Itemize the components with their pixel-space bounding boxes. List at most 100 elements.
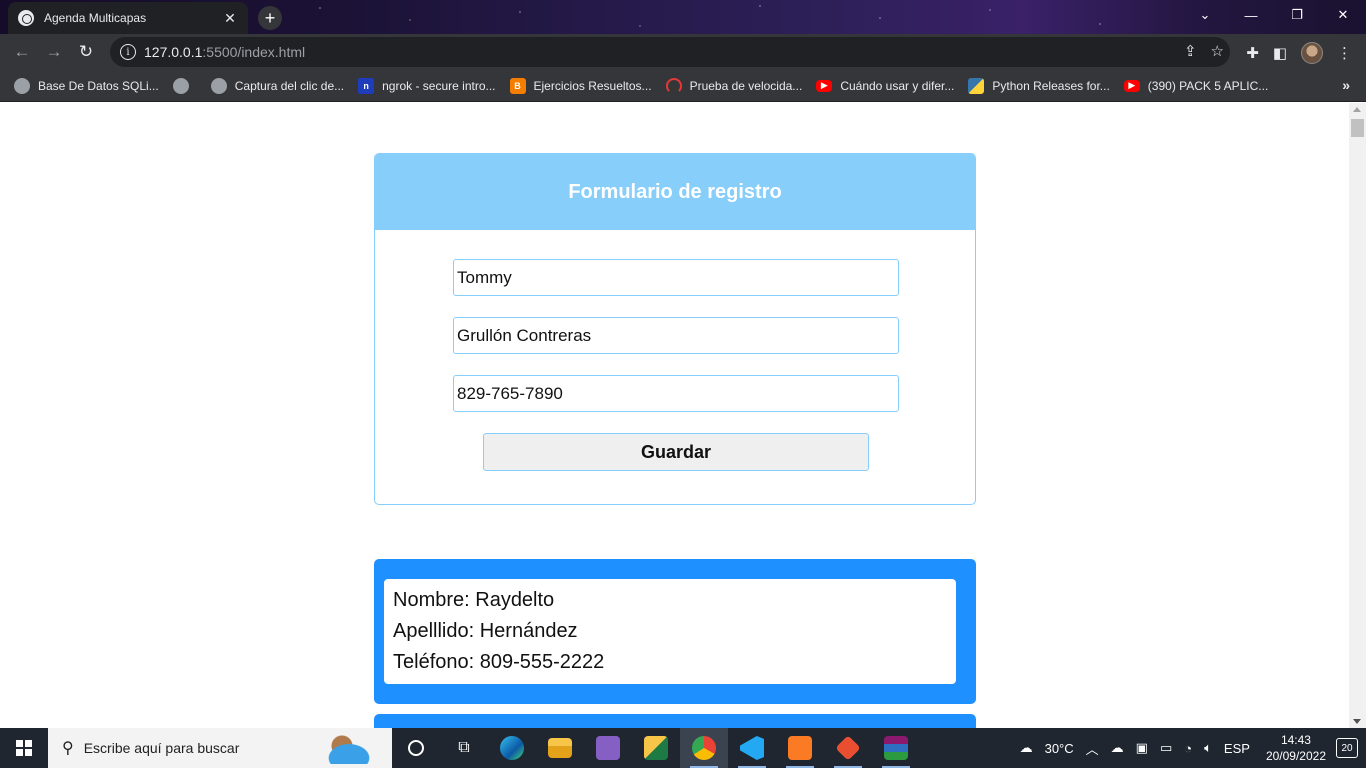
git-icon[interactable] xyxy=(824,728,872,768)
search-placeholder: Escribe aquí para buscar xyxy=(83,740,240,756)
restore-button[interactable]: ❐ xyxy=(1274,0,1320,30)
back-button[interactable]: ← xyxy=(6,36,38,68)
bookmark-item[interactable]: ▶ (390) PACK 5 APLIC... xyxy=(1123,78,1269,93)
bookmark-item[interactable]: ▶ Cuándo usar y difer... xyxy=(816,79,954,93)
address-bar[interactable]: i 127.0.0.1:5500/index.html ⇪ ☆ xyxy=(110,37,1230,67)
contact-nombre: Nombre: Raydelto xyxy=(393,589,555,611)
site-info-icon[interactable]: i xyxy=(120,44,136,60)
bookmark-label: Captura del clic de... xyxy=(234,78,345,93)
browser-tab[interactable]: Agenda Multicapas ✕ xyxy=(8,2,248,34)
security-icon[interactable]: ▣ xyxy=(1136,740,1148,756)
tab-search-icon[interactable]: ⌄ xyxy=(1182,0,1228,30)
excel-mix-icon[interactable] xyxy=(632,728,680,768)
browser-toolbar: ← → ↻ i 127.0.0.1:5500/index.html ⇪ ☆ xyxy=(0,34,1366,70)
search-highlight-image xyxy=(314,734,384,764)
windows-logo-icon xyxy=(16,740,32,756)
speedtest-icon xyxy=(665,77,682,94)
more-bookmarks-icon[interactable]: » xyxy=(1342,77,1350,93)
close-window-button[interactable]: ✕ xyxy=(1320,0,1366,30)
globe-icon xyxy=(18,10,34,26)
clock-date: 20/09/2022 xyxy=(1265,749,1326,763)
form-title: Formulario de registro xyxy=(375,154,975,230)
bookmark-star-icon[interactable]: ☆ xyxy=(1211,42,1224,60)
weather-temp[interactable]: 30°C xyxy=(1045,741,1074,756)
share-icon[interactable]: ⇪ xyxy=(1184,42,1197,60)
page-viewport: Formulario de registro Guardar Nombre: R… xyxy=(0,103,1349,728)
bookmark-item[interactable]: Prueba de velocida... xyxy=(665,77,803,94)
onedrive-icon[interactable]: ☁ xyxy=(1111,740,1124,756)
contact-telefono: Teléfono: 809-555-2222 xyxy=(393,651,605,673)
globe-icon xyxy=(14,77,30,94)
bookmark-label: ngrok - secure intro... xyxy=(382,78,496,93)
url-host: 127.0.0.1 xyxy=(144,44,203,60)
scroll-down-arrow-icon[interactable] xyxy=(1353,719,1361,724)
telefono-input[interactable] xyxy=(453,375,899,412)
bookmark-item[interactable]: Python Releases for... xyxy=(968,77,1110,94)
bookmark-label: (390) PACK 5 APLIC... xyxy=(1147,78,1269,93)
url-path: :5500/index.html xyxy=(202,44,306,60)
globe-icon xyxy=(172,77,189,94)
bookmark-item[interactable]: B Ejercicios Resueltos... xyxy=(509,77,652,94)
profile-avatar[interactable] xyxy=(1301,42,1323,64)
taskbar-search[interactable]: ⚲ Escribe aquí para buscar xyxy=(48,728,392,768)
bookmark-item[interactable] xyxy=(172,77,197,94)
bookmark-label: Base De Datos SQLi... xyxy=(38,78,159,93)
scroll-thumb[interactable] xyxy=(1351,119,1364,137)
bookmark-item[interactable]: n ngrok - secure intro... xyxy=(358,77,496,94)
page-scrollbar[interactable] xyxy=(1349,103,1366,728)
vscode-icon[interactable] xyxy=(728,728,776,768)
tab-title: Agenda Multicapas xyxy=(44,11,147,25)
browser-titlebar: Agenda Multicapas ✕ + ⌄ — ❐ ✕ xyxy=(0,0,1366,34)
volume-icon[interactable]: 🔈︎ xyxy=(1204,740,1212,756)
contact-card: Nombre: Raydelto Apelllido: Hernández Te… xyxy=(374,559,976,704)
ngrok-icon: n xyxy=(358,77,375,94)
chevron-up-icon[interactable]: ︿ xyxy=(1086,739,1099,758)
bookmark-label: Ejercicios Resueltos... xyxy=(533,78,652,93)
youtube-icon: ▶ xyxy=(816,79,833,92)
nombre-input[interactable] xyxy=(453,259,899,296)
bookmark-item[interactable]: Captura del clic de... xyxy=(210,77,345,94)
contact-apellido: Apelllido: Hernández xyxy=(393,620,578,642)
bookmark-label: Prueba de velocida... xyxy=(689,78,803,93)
windows-taskbar: ⚲ Escribe aquí para buscar ⧉ ☁ 30°C ︿ ☁ … xyxy=(0,728,1366,768)
wifi-icon[interactable]: ◔ xyxy=(1184,741,1192,756)
new-tab-button[interactable]: + xyxy=(258,6,282,30)
system-tray: ☁ 30°C ︿ ☁ ▣ ▭ ◔ 🔈︎ ESP 14:43 20/09/2022… xyxy=(1014,728,1366,768)
scroll-up-arrow-icon[interactable] xyxy=(1353,107,1361,112)
menu-icon[interactable]: ⋮ xyxy=(1337,44,1352,62)
bookmark-label: Cuándo usar y difer... xyxy=(840,78,955,93)
battery-icon[interactable]: ▭ xyxy=(1160,740,1172,756)
save-button[interactable]: Guardar xyxy=(483,433,869,471)
bookmark-item[interactable]: Base De Datos SQLi... xyxy=(14,77,159,94)
side-panel-icon[interactable]: ◧ xyxy=(1273,44,1287,62)
cortana-icon[interactable] xyxy=(392,728,440,768)
file-explorer-icon[interactable] xyxy=(536,728,584,768)
extensions-icon[interactable]: ✚ xyxy=(1246,44,1259,62)
minimize-button[interactable]: — xyxy=(1228,0,1274,30)
contact-details: Nombre: Raydelto Apelllido: Hernández Te… xyxy=(384,579,956,684)
bookmarks-bar: Base De Datos SQLi... Captura del clic d… xyxy=(0,70,1366,102)
task-view-icon[interactable]: ⧉ xyxy=(440,728,488,768)
forward-button[interactable]: → xyxy=(38,36,70,68)
search-icon: ⚲ xyxy=(62,740,74,757)
blogger-icon: B xyxy=(509,77,526,94)
close-tab-icon[interactable]: ✕ xyxy=(222,10,238,27)
edge-icon[interactable] xyxy=(488,728,536,768)
globe-icon xyxy=(210,77,227,94)
youtube-icon: ▶ xyxy=(1123,79,1140,92)
notifications-icon[interactable]: 20 xyxy=(1336,738,1358,758)
winrar-icon[interactable] xyxy=(872,728,920,768)
weather-cloud-icon[interactable]: ☁ xyxy=(1020,740,1033,756)
xampp-icon[interactable] xyxy=(776,728,824,768)
start-button[interactable] xyxy=(0,728,48,768)
visual-studio-icon[interactable] xyxy=(584,728,632,768)
clock-time: 14:43 xyxy=(1280,733,1311,747)
python-icon xyxy=(968,77,985,94)
apellido-input[interactable] xyxy=(453,317,899,354)
chrome-icon[interactable] xyxy=(680,728,728,768)
clock[interactable]: 14:43 20/09/2022 xyxy=(1266,732,1326,764)
registration-form: Formulario de registro Guardar xyxy=(374,153,976,505)
language-indicator[interactable]: ESP xyxy=(1224,741,1250,756)
contact-card-next xyxy=(374,714,976,728)
reload-button[interactable]: ↻ xyxy=(70,36,102,68)
